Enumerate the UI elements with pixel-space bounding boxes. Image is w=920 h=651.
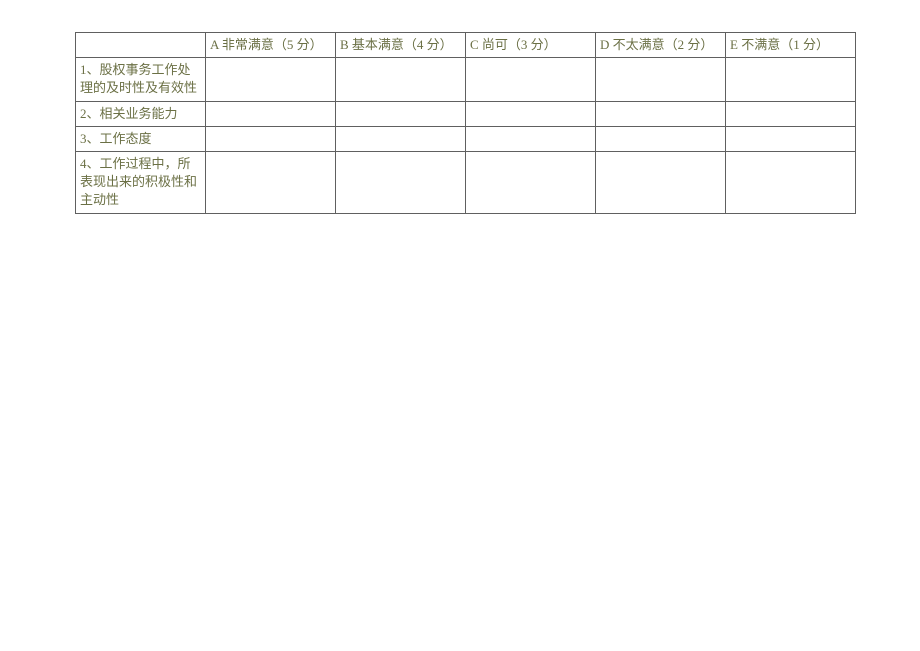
row-label: 4、工作过程中，所表现出来的积极性和主动性 — [76, 151, 206, 213]
header-col-b: B 基本满意（4 分） — [336, 33, 466, 58]
cell — [336, 151, 466, 213]
cell — [206, 126, 336, 151]
cell — [206, 58, 336, 101]
cell — [466, 151, 596, 213]
cell — [726, 126, 856, 151]
cell — [596, 101, 726, 126]
cell — [336, 126, 466, 151]
cell — [466, 126, 596, 151]
cell — [336, 101, 466, 126]
cell — [726, 58, 856, 101]
cell — [596, 151, 726, 213]
cell — [596, 126, 726, 151]
header-col-a: A 非常满意（5 分） — [206, 33, 336, 58]
header-col-e: E 不满意（1 分） — [726, 33, 856, 58]
table-row: 1、股权事务工作处理的及时性及有效性 — [76, 58, 856, 101]
cell — [726, 151, 856, 213]
cell — [466, 58, 596, 101]
row-label: 1、股权事务工作处理的及时性及有效性 — [76, 58, 206, 101]
row-label: 3、工作态度 — [76, 126, 206, 151]
header-col-d: D 不太满意（2 分） — [596, 33, 726, 58]
row-label: 2、相关业务能力 — [76, 101, 206, 126]
evaluation-table: A 非常满意（5 分） B 基本满意（4 分） C 尚可（3 分） D 不太满意… — [75, 32, 856, 214]
cell — [336, 58, 466, 101]
table-row: 4、工作过程中，所表现出来的积极性和主动性 — [76, 151, 856, 213]
cell — [206, 151, 336, 213]
cell — [726, 101, 856, 126]
cell — [466, 101, 596, 126]
cell — [596, 58, 726, 101]
table-row: 3、工作态度 — [76, 126, 856, 151]
table-row: 2、相关业务能力 — [76, 101, 856, 126]
table-header-row: A 非常满意（5 分） B 基本满意（4 分） C 尚可（3 分） D 不太满意… — [76, 33, 856, 58]
header-blank — [76, 33, 206, 58]
header-col-c: C 尚可（3 分） — [466, 33, 596, 58]
cell — [206, 101, 336, 126]
